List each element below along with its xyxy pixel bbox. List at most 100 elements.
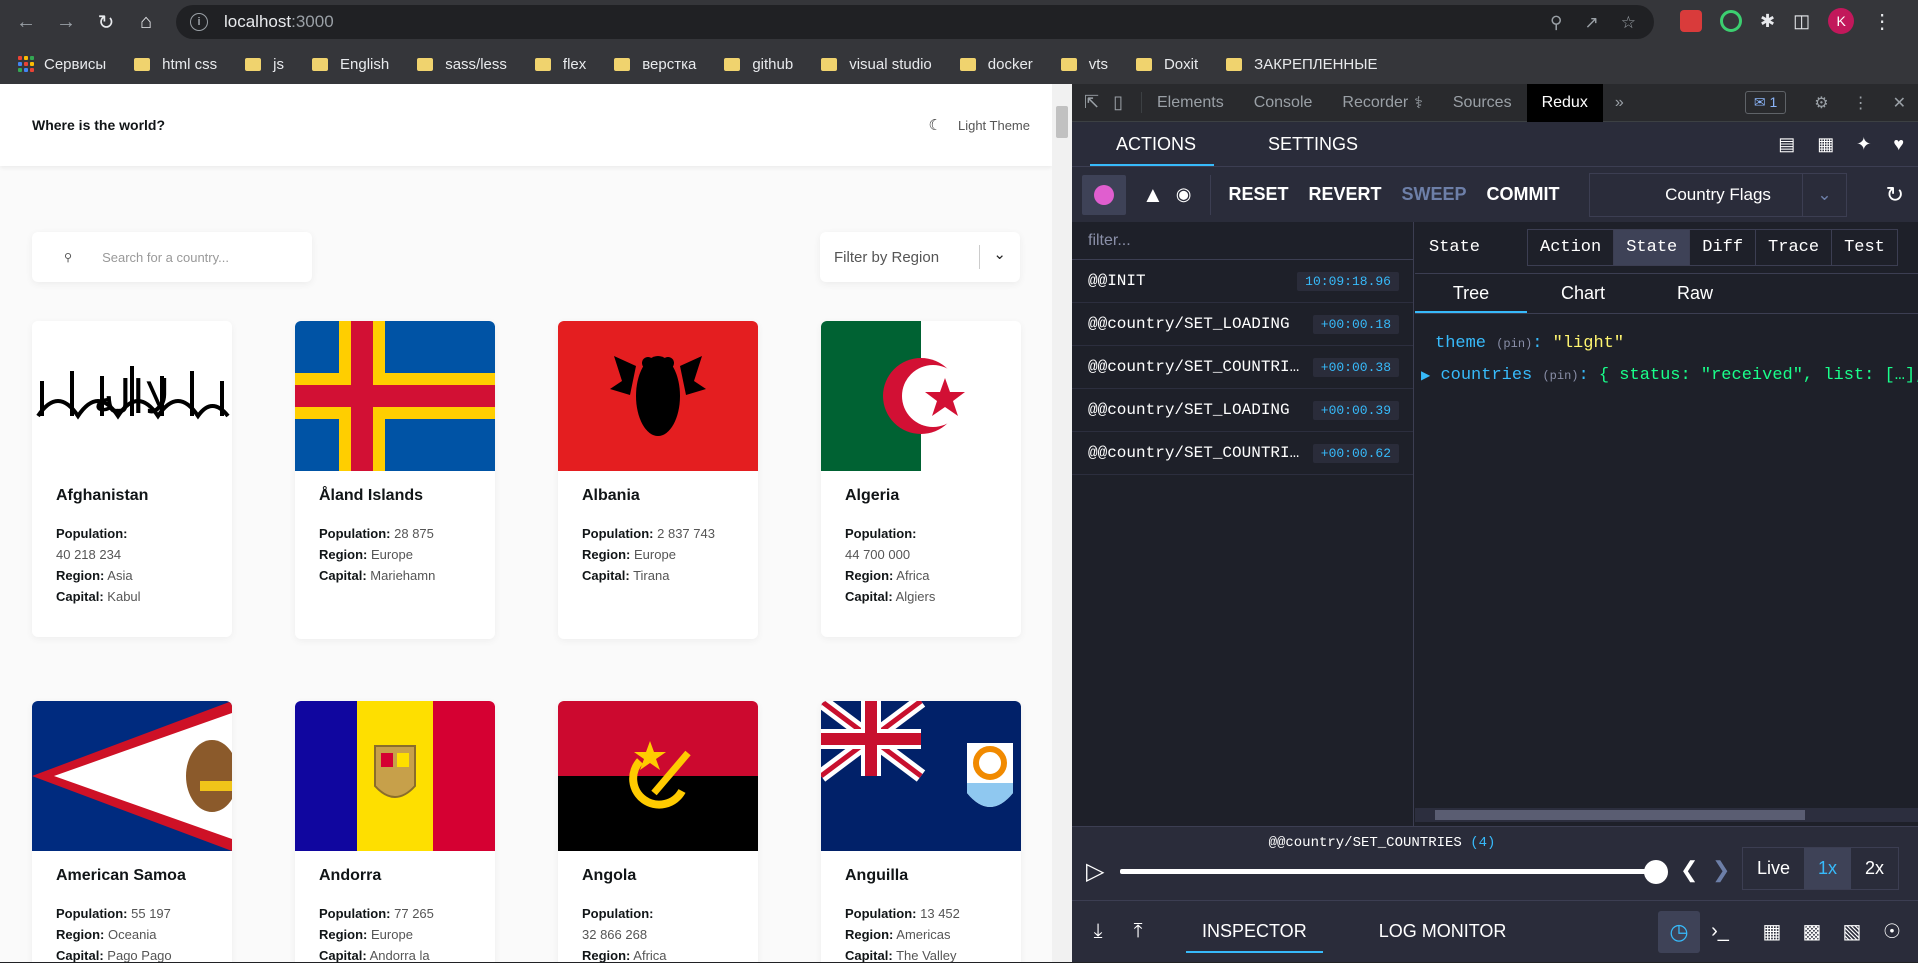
country-card[interactable]: American Samoa Population: 55 197 Region… [32,701,232,962]
side-panel-icon[interactable]: ◫ [1793,11,1810,32]
more-tabs-icon[interactable]: » [1603,94,1636,112]
bookmark-folder[interactable]: Doxit [1135,56,1198,73]
bookmark-folder[interactable]: js [245,56,284,73]
tab-actions[interactable]: ACTIONS [1072,122,1232,166]
scrollbar-thumb[interactable] [1435,810,1805,820]
speed-2x[interactable]: 2x [1851,848,1898,889]
tab-sources[interactable]: Sources [1438,84,1527,122]
import-icon[interactable]: ⤓ [1078,920,1118,943]
tab-trace[interactable]: Trace [1756,230,1833,265]
play-icon[interactable]: ▷ [1086,857,1104,886]
bookmark-star-icon[interactable]: ☆ [1621,13,1636,33]
heart-icon[interactable]: ♥ [1893,134,1904,155]
step-forward-icon[interactable]: ❯ [1712,857,1730,883]
tab-state[interactable]: State [1614,230,1691,265]
bookmark-folder[interactable]: github [724,56,793,73]
slider-toggle-icon[interactable]: ▦ [1752,919,1792,944]
tab-log-monitor[interactable]: LOG MONITOR [1343,901,1543,963]
extension-icon[interactable] [1720,10,1742,32]
timer-icon[interactable]: ◷ [1658,910,1700,953]
list-item[interactable]: @@country/SET_COUNTRI… +00:00.62 [1072,432,1413,475]
zoom-icon[interactable]: ⚲ [1550,13,1562,33]
address-bar[interactable]: i localhost:3000 ⚲ ↗ ☆ [176,5,1654,39]
slider-handle[interactable] [1644,860,1668,884]
country-card[interactable]: Åland Islands Population: 28 875 Region:… [295,321,495,639]
bookmark-folder[interactable]: ЗАКРЕПЛЕННЫЕ [1226,56,1378,73]
page-scrollbar[interactable] [1052,84,1072,962]
bookmark-folder[interactable]: docker [959,56,1033,73]
sweep-button[interactable]: SWEEP [1392,184,1477,205]
bookmark-folder[interactable]: sass/less [417,56,507,73]
bookmark-services[interactable]: Сервисы [18,56,106,73]
gear-icon[interactable]: ⚙ [1786,93,1840,113]
tab-raw[interactable]: Raw [1639,274,1751,313]
country-card[interactable]: Albania Population: 2 837 743 Region: Eu… [558,321,758,639]
step-back-icon[interactable]: ❮ [1680,857,1698,883]
sync-icon[interactable]: ↻ [1886,182,1904,208]
tree-row[interactable]: ▶ countries (pin): { status: "received",… [1421,360,1918,392]
device-toolbar-icon[interactable]: ▯ [1107,92,1142,113]
tab-settings[interactable]: SETTINGS [1232,122,1394,166]
tab-console[interactable]: Console [1239,84,1328,122]
menu-kebab-icon[interactable]: ⋮ [1872,9,1892,34]
site-info-icon[interactable]: i [190,13,208,31]
bookmark-folder[interactable]: html css [134,56,217,73]
tab-diff[interactable]: Diff [1690,230,1757,265]
grid-icon[interactable]: ▩ [1792,919,1832,944]
terminal-icon[interactable]: ›_ [1700,920,1740,943]
home-icon[interactable]: ⌂ [126,2,166,42]
app-title[interactable]: Where is the world? [32,117,165,133]
forward-arrow-icon[interactable]: → [46,2,86,42]
region-filter-select[interactable]: Filter by Region ⌄ [820,232,1020,282]
pin-label[interactable]: (pin) [1542,369,1578,383]
list-item[interactable]: @@INIT 10:09:18.96 [1072,260,1413,303]
tab-elements[interactable]: Elements [1142,84,1239,122]
tab-test[interactable]: Test [1832,230,1897,265]
dispatcher-icon[interactable]: ▧ [1832,919,1872,944]
instance-select[interactable]: Country Flags ⌄ [1589,173,1847,217]
country-card[interactable]: لااله Afghanistan Population:40 218 234 … [32,321,232,637]
back-arrow-icon[interactable]: ← [6,2,46,42]
list-item[interactable]: @@country/SET_COUNTRI… +00:00.38 [1072,346,1413,389]
country-card[interactable]: Andorra Population: 77 265 Region: Europ… [295,701,495,962]
tab-recorder[interactable]: Recorder ⚕ [1327,84,1437,122]
bookmark-folder[interactable]: flex [534,56,586,73]
horizontal-scrollbar[interactable] [1415,808,1918,822]
inspect-element-icon[interactable]: ⇱ [1072,92,1107,113]
pin-icon[interactable]: ▲ [1142,182,1164,208]
reload-icon[interactable]: ↻ [86,2,126,42]
twitter-icon[interactable]: ✦ [1856,134,1871,155]
revert-button[interactable]: REVERT [1299,184,1392,205]
expand-arrow-icon[interactable]: ▶ [1421,369,1430,383]
kebab-icon[interactable]: ⋮ [1841,93,1881,113]
bookmark-folder[interactable]: visual studio [821,56,932,73]
tree-row[interactable]: theme (pin): "light" [1435,328,1918,360]
commit-button[interactable]: COMMIT [1477,184,1570,205]
theme-toggle[interactable]: ☾ Light Theme [929,116,1030,134]
tab-redux[interactable]: Redux [1526,83,1603,122]
record-button[interactable] [1082,174,1126,215]
close-icon[interactable]: ✕ [1881,93,1918,113]
search-input[interactable] [102,249,293,265]
remote-icon[interactable]: ☉ [1872,919,1912,944]
export-icon[interactable]: ⤒ [1118,920,1158,943]
pin-label[interactable]: (pin) [1496,337,1532,351]
country-card[interactable]: Angola Population: 32 866 268 Region: Afr… [558,701,758,962]
extensions-puzzle-icon[interactable]: ✱ [1760,11,1775,32]
reset-button[interactable]: RESET [1219,184,1299,205]
bookmark-folder[interactable]: верстка [614,56,696,73]
issues-badge[interactable]: ✉ 1 [1744,91,1787,114]
speed-live[interactable]: Live [1743,848,1804,889]
share-icon[interactable]: ↗ [1585,13,1599,33]
list-item[interactable]: @@country/SET_LOADING +00:00.18 [1072,303,1413,346]
tab-inspector[interactable]: INSPECTOR [1166,901,1343,963]
bookmark-folder[interactable]: English [312,56,389,73]
action-filter-input[interactable]: filter... [1072,222,1413,260]
tab-tree[interactable]: Tree [1415,274,1527,313]
speed-1x[interactable]: 1x [1804,848,1852,889]
tab-chart[interactable]: Chart [1527,274,1639,313]
list-item[interactable]: @@country/SET_LOADING +00:00.39 [1072,389,1413,432]
country-card[interactable]: Anguilla Population: 13 452 Region: Amer… [821,701,1021,962]
bookmark-folder[interactable]: vts [1060,56,1108,73]
avatar[interactable]: K [1828,8,1855,34]
